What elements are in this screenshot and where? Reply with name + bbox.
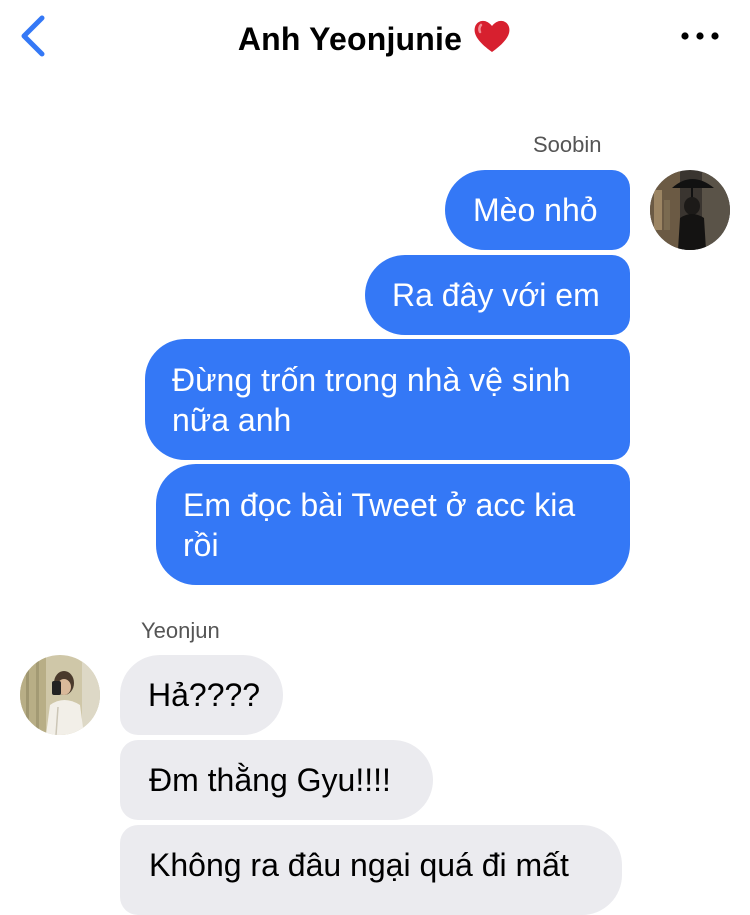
contact-name: Anh Yeonjunie <box>237 21 463 57</box>
avatar-image-yeonjun <box>20 655 100 735</box>
chat-header: Anh Yeonjunie <box>0 0 750 78</box>
avatar-yeonjun[interactable] <box>20 655 100 735</box>
ellipsis-icon[interactable] <box>680 26 720 46</box>
message-bubble-incoming[interactable]: Đm thằng Gyu!!!! <box>120 740 433 820</box>
chat-title[interactable]: Anh Yeonjunie <box>0 16 750 58</box>
message-bubble-outgoing[interactable]: Đừng trốn trong nhà vệ sinh nữa anh <box>145 339 630 460</box>
message-bubble-incoming[interactable]: Không ra đâu ngại quá đi mất <box>120 825 622 915</box>
message-bubble-outgoing[interactable]: Ra đây với em <box>365 255 630 335</box>
message-bubble-outgoing[interactable]: Mèo nhỏ <box>445 170 630 250</box>
sender-name-soobin: Soobin <box>533 132 602 157</box>
avatar-image-soobin <box>650 170 730 250</box>
red-heart-icon <box>474 20 510 52</box>
sender-name-yeonjun: Yeonjun <box>141 618 220 643</box>
message-bubble-incoming[interactable]: Hả???? <box>120 655 283 735</box>
avatar-soobin[interactable] <box>650 170 730 250</box>
message-bubble-outgoing[interactable]: Em đọc bài Tweet ở acc kia rồi <box>156 464 630 585</box>
